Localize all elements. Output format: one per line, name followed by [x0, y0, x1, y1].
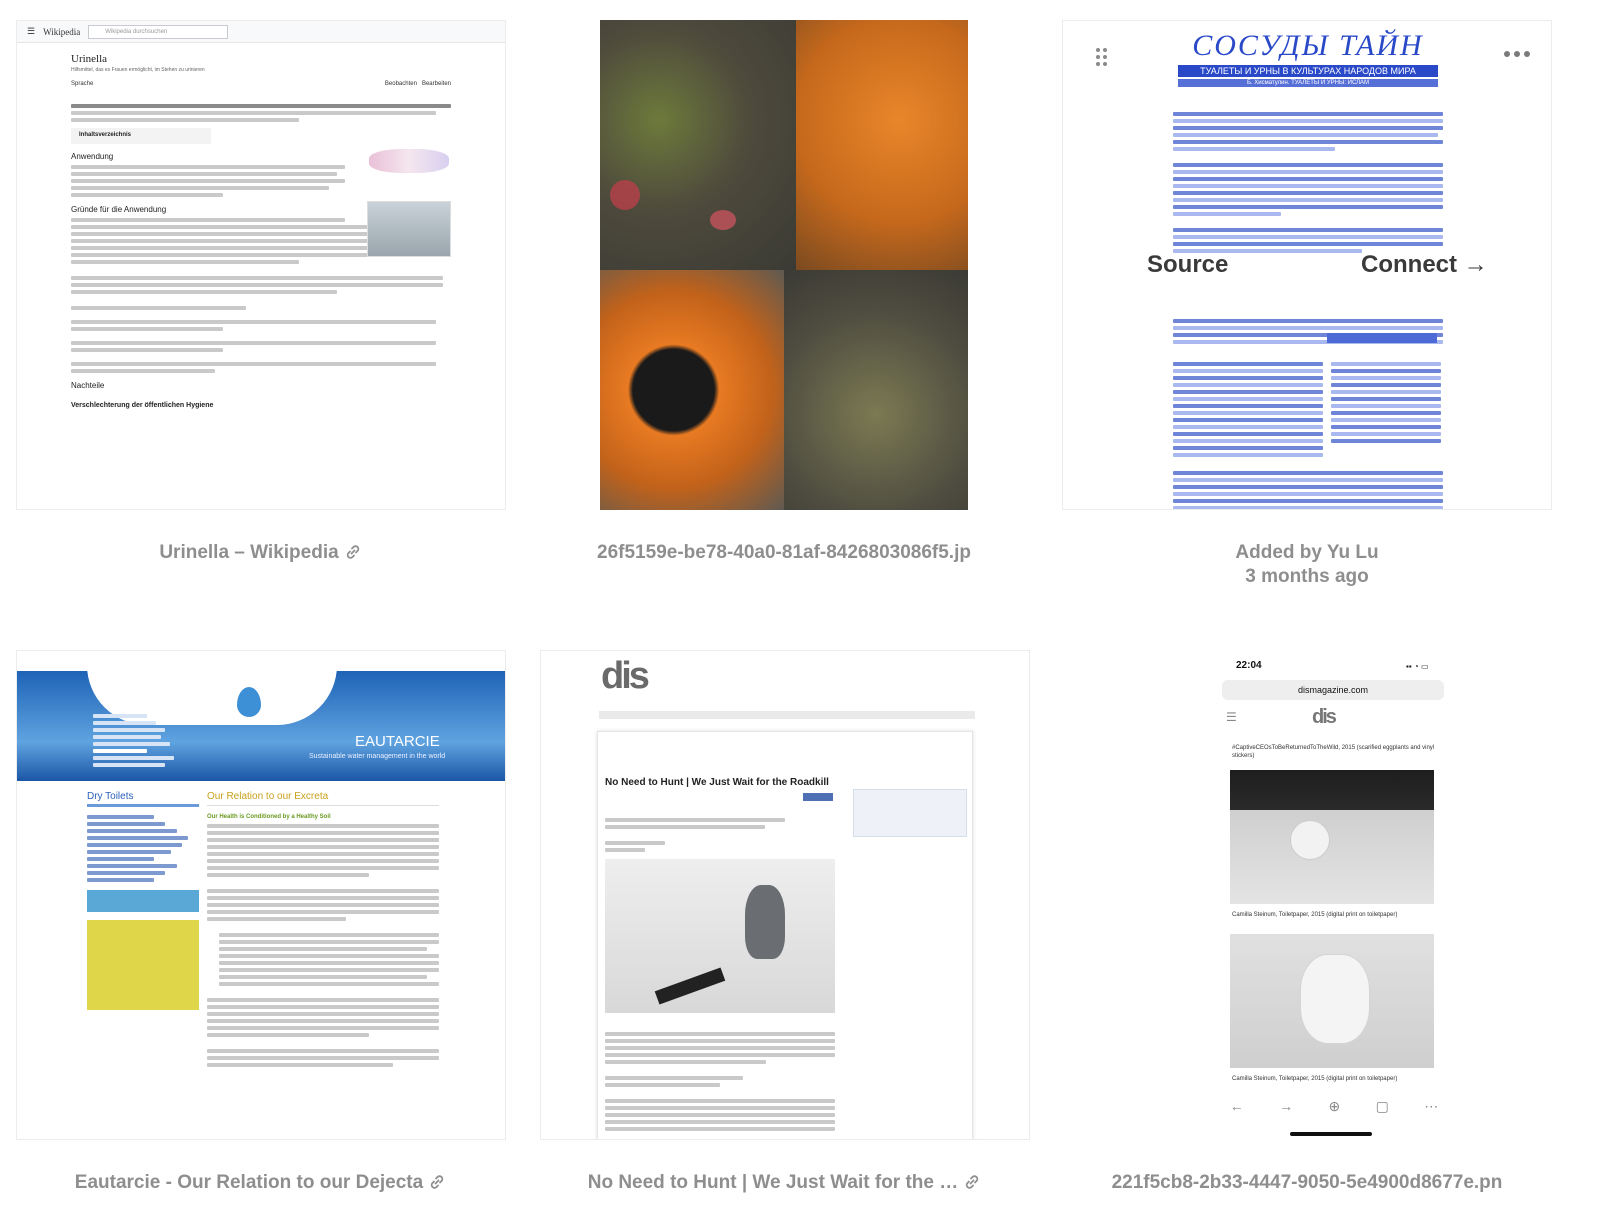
- wiki-toolbar: Sprache Beobachten Bearbeiten: [71, 81, 451, 87]
- phone-screen: 22:04 ▪▪ ◔ ▭ dismagazine.com ☰ dis #Capt…: [1212, 650, 1456, 1140]
- dis-credits: [605, 815, 805, 855]
- card-caption[interactable]: 26f5159e-be78-40a0-81af-8426803086f5.jp: [504, 541, 1064, 565]
- browser-toolbar: ← → ⊕ ▢ ⋯: [1212, 1094, 1456, 1118]
- site-tagline: Sustainable water management in the worl…: [309, 753, 446, 760]
- trash-can-photo: [600, 20, 968, 510]
- wiki-brand: Wikipedia: [43, 26, 81, 37]
- caption-text: Urinella – Wikipedia: [159, 542, 339, 563]
- home-indicator: [1290, 1132, 1372, 1136]
- card-dis-article[interactable]: dis No Need to Hunt | We Just Wait for t…: [540, 650, 1030, 1140]
- wiki-image-urinals: [367, 201, 451, 257]
- source-button[interactable]: Source: [1147, 251, 1228, 279]
- back-icon: ←: [1229, 1098, 1244, 1114]
- doc-body: [1173, 109, 1443, 509]
- wiki-article-subtitle: Hilfsmittel, das es Frauen ermöglicht, i…: [71, 67, 205, 73]
- artwork-caption-2: Camilla Steinum, Toiletpaper, 2015 (digi…: [1232, 912, 1398, 918]
- dis-headline: No Need to Hunt | We Just Wait for the R…: [605, 777, 829, 788]
- dis-nav-bar: [599, 711, 975, 719]
- site-main: Our Relation to our Excreta Our Health i…: [207, 791, 439, 1070]
- artwork-image-2: [1230, 934, 1434, 1068]
- card-caption[interactable]: No Need to Hunt | We Just Wait for the …: [504, 1171, 1064, 1195]
- added-by-text: Added by Yu Lu: [1235, 542, 1379, 563]
- dis-article-image: [605, 859, 835, 1013]
- doc-note-box: [1327, 333, 1437, 343]
- site-name: EAUTARCIE: [355, 733, 440, 750]
- doc-header: СОСУДЫ ТАЙН ТУАЛЕТЫ И УРНЫ В КУЛЬТУРАХ Н…: [1173, 29, 1443, 101]
- sidebar-search-box: [87, 890, 199, 912]
- menu-icon: ☰: [27, 26, 36, 36]
- wiki-language: Sprache: [71, 81, 94, 87]
- wiki-article-title: Urinella: [71, 53, 108, 65]
- added-time-text: 3 months ago: [1245, 566, 1369, 587]
- card-caption[interactable]: Urinella – Wikipedia: [0, 541, 540, 565]
- wiki-subsection-hygiene: Verschlechterung der öffentlichen Hygien…: [71, 402, 214, 409]
- caption-text: 221f5cb8-2b33-4447-9050-5e4900d8677e.pn: [1111, 1172, 1503, 1193]
- tabs-icon: ▢: [1375, 1097, 1389, 1114]
- more-icon: ⋯: [1424, 1097, 1439, 1114]
- sidebar-title: Dry Toilets: [87, 791, 199, 807]
- connect-button[interactable]: Connect →: [1361, 251, 1488, 279]
- hamburger-icon: ☰: [1226, 710, 1237, 724]
- main-title: Our Relation to our Excreta: [207, 791, 439, 806]
- link-icon: [966, 1175, 979, 1189]
- artwork-caption-1: #CaptiveCEOsToBeReturnedToTheWild, 2015 …: [1232, 745, 1435, 759]
- card-urinella[interactable]: ☰ Wikipedia Wikipedia durchsuchen Urinel…: [16, 20, 506, 510]
- doc-banner: ТУАЛЕТЫ И УРНЫ В КУЛЬТУРАХ НАРОДОВ МИРА: [1178, 65, 1438, 77]
- card-caption[interactable]: 221f5cb8-2b33-4447-9050-5e4900d8677e.pn: [1027, 1171, 1587, 1195]
- caption-text: No Need to Hunt | We Just Wait for the …: [587, 1172, 959, 1193]
- facebook-like-icon: [803, 793, 833, 801]
- sidebar-quote-box: [87, 920, 199, 1010]
- wiki-watch: Beobachten: [384, 81, 417, 87]
- dis-logo-small: dis: [1312, 706, 1337, 728]
- caption-text: Eautarcie - Our Relation to our Dejecta: [74, 1172, 424, 1193]
- site-nav: [93, 711, 183, 770]
- dis-article-text: [605, 1029, 835, 1134]
- card-meta: Added by Yu Lu 3 months ago: [1027, 541, 1587, 589]
- link-icon: [430, 1175, 444, 1189]
- card-phone-screenshot[interactable]: 22:04 ▪▪ ◔ ▭ dismagazine.com ☰ dis #Capt…: [1062, 650, 1552, 1140]
- wiki-edit: Bearbeiten: [421, 81, 451, 87]
- status-time: 22:04: [1236, 660, 1262, 671]
- link-icon: [346, 545, 359, 559]
- main-subhead: Our Health is Conditioned by a Healthy S…: [207, 814, 331, 820]
- wiki-header: ☰ Wikipedia Wikipedia durchsuchen: [17, 21, 505, 43]
- drag-handle-icon[interactable]: [1095, 47, 1109, 67]
- wiki-search-input: Wikipedia durchsuchen: [88, 24, 229, 39]
- dis-logo: dis: [601, 655, 650, 697]
- caption-text: 26f5159e-be78-40a0-81af-8426803086f5.jp: [597, 542, 971, 563]
- dis-social-box: [853, 789, 967, 837]
- wiki-toc: Inhaltsverzeichnis: [71, 128, 211, 144]
- url-bar: dismagazine.com: [1222, 680, 1444, 700]
- water-drop-icon: [237, 687, 261, 717]
- status-icons: ▪▪ ◔ ▭: [1406, 662, 1429, 671]
- new-tab-icon: ⊕: [1328, 1097, 1341, 1114]
- wiki-section-drawbacks: Nachteile: [71, 381, 105, 390]
- doc-subbanner: Б. Хисматулин. ТУАЛЕТЫ И УРНЫ: ИСЛАМ: [1178, 79, 1438, 87]
- card-photo[interactable]: [600, 20, 968, 510]
- more-options-icon[interactable]: [1503, 49, 1531, 59]
- forward-icon: →: [1279, 1098, 1294, 1114]
- artwork-image-1: [1230, 770, 1434, 904]
- site-sidebar: Dry Toilets: [87, 791, 199, 1010]
- card-eautarcie[interactable]: EAUTARCIE Sustainable water management i…: [16, 650, 506, 1140]
- wiki-image-device: [369, 149, 449, 173]
- card-caption[interactable]: Eautarcie - Our Relation to our Dejecta: [0, 1171, 540, 1195]
- artwork-caption-3: Camilla Steinum, Toiletpaper, 2015 (digi…: [1232, 1076, 1398, 1082]
- card-russian-doc[interactable]: СОСУДЫ ТАЙН ТУАЛЕТЫ И УРНЫ В КУЛЬТУРАХ Н…: [1062, 20, 1552, 510]
- doc-title: СОСУДЫ ТАЙН: [1192, 29, 1424, 62]
